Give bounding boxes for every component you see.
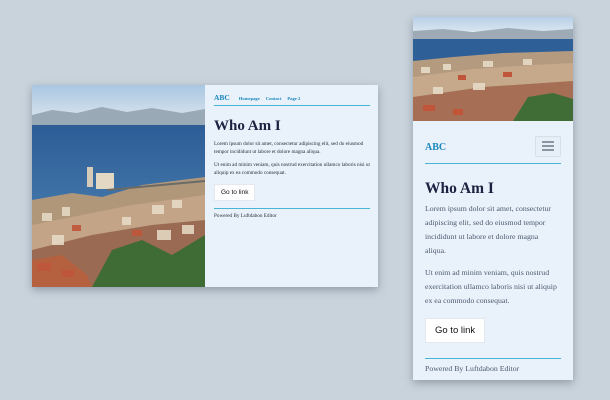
page-title: Who Am I — [425, 180, 494, 197]
brand-logo[interactable]: ABC — [214, 93, 230, 102]
footer-credit: Powered By Luftdabon Editor — [425, 364, 520, 374]
desktop-navbar: ABC Homepage Contact Page 2 — [214, 93, 370, 106]
desktop-content-pane: ABC Homepage Contact Page 2 Who Am I Lor… — [214, 93, 370, 219]
desktop-preview-card: ABC Homepage Contact Page 2 Who Am I Lor… — [32, 85, 378, 287]
mobile-preview-card: ABC Who Am I Lorem ipsum dolor sit amet,… — [413, 17, 573, 380]
intro-paragraph: Lorem ipsum dolor sit amet, consectetur … — [425, 204, 552, 256]
page-title: Who Am I — [214, 118, 281, 134]
nav-link-page-2[interactable]: Page 2 — [287, 96, 300, 101]
brand-logo[interactable]: ABC — [425, 142, 446, 153]
hamburger-menu-icon[interactable] — [535, 135, 561, 157]
go-to-link-button[interactable]: Go to link — [214, 184, 256, 202]
footer-credit: Powered By Luftdabon Editor — [214, 213, 277, 220]
nav-link-homepage[interactable]: Homepage — [239, 96, 260, 101]
harbor-city-photo — [32, 85, 205, 287]
footer-divider — [214, 208, 370, 210]
harbor-city-photo — [413, 17, 573, 121]
second-paragraph: Ut enim ad minim veniam, quis nostrud ex… — [214, 162, 370, 177]
second-paragraph: Ut enim ad minim veniam, quis nostrud ex… — [425, 268, 557, 306]
mobile-content-pane: ABC Who Am I Lorem ipsum dolor sit amet,… — [425, 121, 561, 373]
nav-link-contact[interactable]: Contact — [266, 96, 282, 101]
footer-divider — [425, 358, 561, 360]
go-to-link-button[interactable]: Go to link — [425, 318, 486, 344]
intro-paragraph: Lorem ipsum dolor sit amet, consectetur … — [214, 141, 364, 156]
mobile-navbar: ABC — [425, 129, 561, 164]
